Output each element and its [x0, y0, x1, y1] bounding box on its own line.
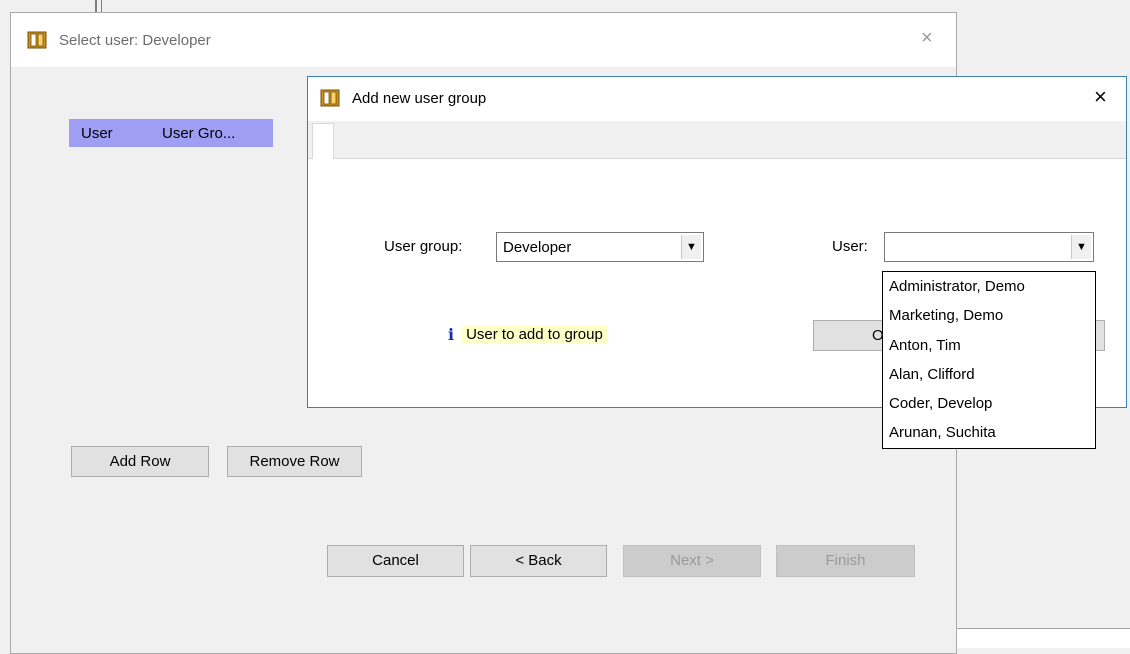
next-label: Next > [670, 552, 714, 569]
add-row-button[interactable]: Add Row [71, 446, 209, 477]
finish-button[interactable]: Finish [776, 545, 915, 577]
hint-text: User to add to group [462, 325, 607, 343]
close-icon[interactable]: × [921, 27, 933, 50]
user-group-value: Developer [503, 239, 572, 256]
column-header-user-group[interactable]: User Gro... [162, 125, 235, 142]
user-group-select[interactable]: Developer ▼ [496, 232, 704, 262]
cancel-label: Cancel [372, 552, 419, 569]
dropdown-option[interactable]: Arunan, Suchita [883, 418, 1095, 447]
background-statusbar [955, 628, 1130, 648]
tab-blank[interactable] [312, 123, 334, 160]
background-divider [101, 0, 102, 12]
dropdown-option[interactable]: Administrator, Demo [883, 272, 1095, 301]
dialog-titlebar: Add new user group × [308, 77, 1126, 121]
wizard-title: Select user: Developer [59, 32, 211, 49]
close-icon[interactable]: × [1094, 84, 1107, 110]
dropdown-option[interactable]: Alan, Clifford [883, 360, 1095, 389]
add-row-label: Add Row [109, 453, 171, 470]
next-button[interactable]: Next > [623, 545, 761, 577]
dialog-title: Add new user group [352, 90, 487, 107]
user-label: User: [832, 238, 868, 255]
tab-strip [308, 121, 1126, 160]
dropdown-option[interactable]: Coder, Develop [883, 389, 1095, 418]
app-icon [27, 30, 47, 54]
info-icon: i [448, 324, 455, 344]
cancel-button[interactable]: Cancel [327, 545, 464, 577]
app-icon [320, 88, 340, 112]
back-label: < Back [515, 552, 562, 569]
column-header-user[interactable]: User [81, 125, 113, 142]
user-group-label: User group: [384, 238, 463, 255]
user-select[interactable]: ▼ [884, 232, 1094, 262]
finish-label: Finish [825, 552, 866, 569]
chevron-down-icon[interactable]: ▼ [1071, 235, 1091, 259]
hint-message: i User to add to group [448, 322, 607, 346]
remove-row-button[interactable]: Remove Row [227, 446, 362, 477]
user-table-header: User User Gro... [69, 119, 273, 147]
wizard-titlebar: Select user: Developer × [11, 13, 956, 67]
back-button[interactable]: < Back [470, 545, 607, 577]
remove-row-label: Remove Row [249, 453, 340, 470]
dropdown-option[interactable]: Marketing, Demo [883, 301, 1095, 330]
dropdown-option[interactable]: Anton, Tim [883, 331, 1095, 360]
chevron-down-icon[interactable]: ▼ [681, 235, 701, 259]
user-dropdown-list: Administrator, Demo Marketing, Demo Anto… [882, 271, 1096, 449]
background-divider [95, 0, 97, 12]
